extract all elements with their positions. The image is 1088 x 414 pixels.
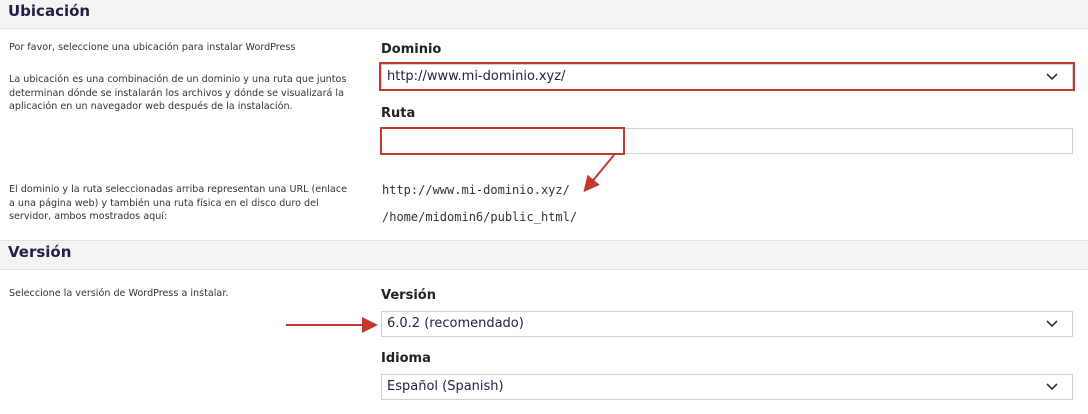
language-label: Idioma (381, 351, 431, 366)
ubicacion-result-note: El dominio y la ruta seleccionadas arrib… (9, 184, 347, 222)
url-preview: http://www.mi-dominio.xyz/ (382, 183, 570, 197)
path-input[interactable] (381, 128, 1073, 154)
ubicacion-explanation: La ubicación es una combinación de un do… (9, 74, 347, 112)
chevron-down-icon (1046, 73, 1058, 81)
domain-select[interactable]: http://www.mi-dominio.xyz/ (381, 64, 1073, 90)
version-select[interactable]: 6.0.2 (recomendado) (381, 311, 1073, 337)
language-select[interactable]: Español (Spanish) (381, 374, 1073, 400)
ubicacion-title: Ubicación (8, 2, 91, 20)
disk-path-preview: /home/midomin6/public_html/ (382, 210, 578, 224)
domain-label: Dominio (381, 42, 442, 57)
version-label: Versión (381, 288, 436, 303)
path-to-url-arrow (583, 154, 615, 193)
language-select-value: Español (Spanish) (387, 379, 504, 394)
domain-select-value: http://www.mi-dominio.xyz/ (387, 69, 566, 84)
ubicacion-intro: Por favor, seleccione una ubicación para… (9, 42, 296, 53)
ubicacion-section-header: Ubicación (0, 0, 1088, 29)
version-section-header: Versión (0, 240, 1088, 270)
path-label: Ruta (381, 106, 416, 121)
version-title: Versión (8, 243, 72, 261)
version-select-value: 6.0.2 (recomendado) (387, 316, 524, 331)
chevron-down-icon (1046, 320, 1058, 328)
version-intro: Seleccione la versión de WordPress a ins… (9, 288, 229, 299)
chevron-down-icon (1046, 383, 1058, 391)
